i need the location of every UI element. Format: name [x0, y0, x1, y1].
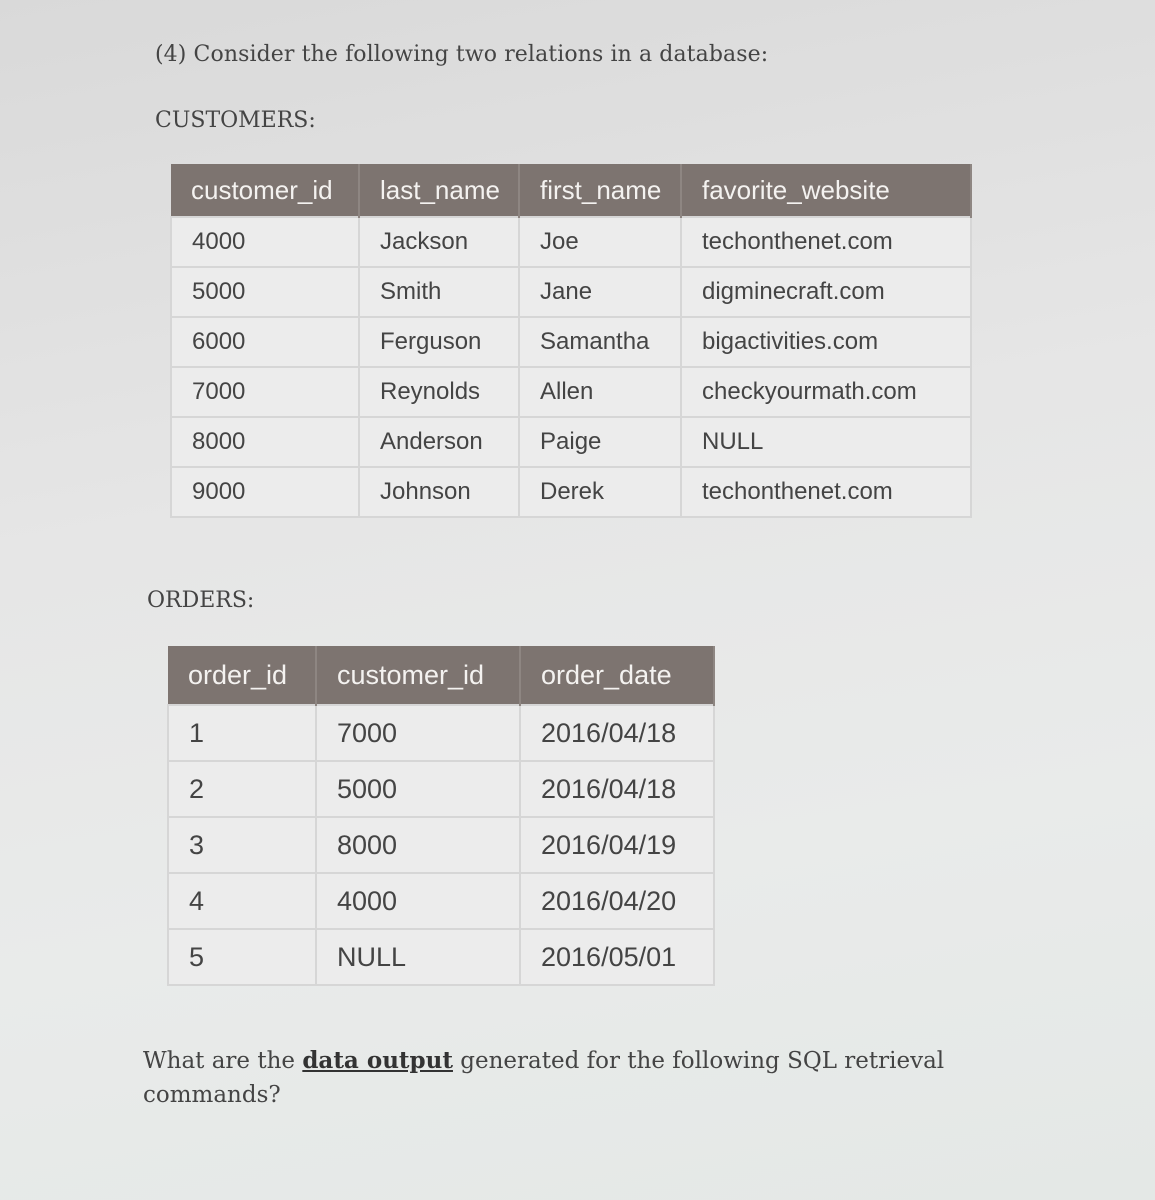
table-row: 6000 Ferguson Samantha bigactivities.com	[170, 316, 972, 368]
cell: 8000	[170, 416, 360, 468]
cell: NULL	[315, 928, 521, 986]
cell: checkyourmath.com	[680, 366, 972, 418]
cell: 7000	[170, 366, 360, 418]
column-header: customer_id	[171, 164, 360, 217]
cell: digminecraft.com	[680, 266, 972, 318]
orders-header-row: order_id customer_id order_date	[168, 646, 715, 705]
table-row: 4 4000 2016/04/20	[167, 872, 715, 930]
column-header: last_name	[359, 164, 520, 217]
cell: techonthenet.com	[680, 216, 972, 268]
cell: Reynolds	[358, 366, 520, 418]
cell: 6000	[170, 316, 360, 368]
cell: Jackson	[358, 216, 520, 268]
cell: 8000	[315, 816, 521, 874]
question-text: What are the data output generated for t…	[143, 1044, 983, 1112]
cell: 2	[167, 760, 317, 818]
cell: Paige	[518, 416, 682, 468]
cell: Ferguson	[358, 316, 520, 368]
cell: bigactivities.com	[680, 316, 972, 368]
cell: 5000	[170, 266, 360, 318]
table-row: 5 NULL 2016/05/01	[167, 928, 715, 986]
column-header: order_id	[168, 646, 317, 705]
cell: Johnson	[358, 466, 520, 518]
cell: 2016/04/20	[519, 872, 715, 930]
customers-label: CUSTOMERS:	[155, 108, 316, 133]
cell: 5000	[315, 760, 521, 818]
table-row: 1 7000 2016/04/18	[167, 704, 715, 762]
cell: NULL	[680, 416, 972, 468]
table-row: 3 8000 2016/04/19	[167, 816, 715, 874]
cell: 1	[167, 704, 317, 762]
cell: 2016/04/18	[519, 704, 715, 762]
cell: 5	[167, 928, 317, 986]
column-header: customer_id	[316, 646, 521, 705]
customers-table: customer_id last_name first_name favorit…	[170, 164, 972, 518]
table-row: 4000 Jackson Joe techonthenet.com	[170, 216, 972, 268]
table-row: 2 5000 2016/04/18	[167, 760, 715, 818]
cell: 2016/04/19	[519, 816, 715, 874]
cell: 4000	[170, 216, 360, 268]
cell: Smith	[358, 266, 520, 318]
question-emphasis: data output	[302, 1047, 453, 1074]
cell: Derek	[518, 466, 682, 518]
table-row: 7000 Reynolds Allen checkyourmath.com	[170, 366, 972, 418]
cell: 4000	[315, 872, 521, 930]
column-header: order_date	[520, 646, 715, 705]
cell: Allen	[518, 366, 682, 418]
question-intro: (4) Consider the following two relations…	[155, 42, 769, 67]
cell: 2016/04/18	[519, 760, 715, 818]
cell: Jane	[518, 266, 682, 318]
cell: techonthenet.com	[680, 466, 972, 518]
cell: Samantha	[518, 316, 682, 368]
orders-table: order_id customer_id order_date 1 7000 2…	[167, 646, 715, 986]
cell: 2016/05/01	[519, 928, 715, 986]
cell: 7000	[315, 704, 521, 762]
table-row: 8000 Anderson Paige NULL	[170, 416, 972, 468]
column-header: favorite_website	[681, 164, 972, 217]
orders-label: ORDERS:	[147, 588, 255, 613]
cell: 3	[167, 816, 317, 874]
cell: 9000	[170, 466, 360, 518]
cell: 4	[167, 872, 317, 930]
cell: Joe	[518, 216, 682, 268]
cell: Anderson	[358, 416, 520, 468]
table-row: 9000 Johnson Derek techonthenet.com	[170, 466, 972, 518]
customers-header-row: customer_id last_name first_name favorit…	[171, 164, 972, 217]
column-header: first_name	[519, 164, 682, 217]
question-prefix: What are the	[143, 1048, 303, 1074]
table-row: 5000 Smith Jane digminecraft.com	[170, 266, 972, 318]
